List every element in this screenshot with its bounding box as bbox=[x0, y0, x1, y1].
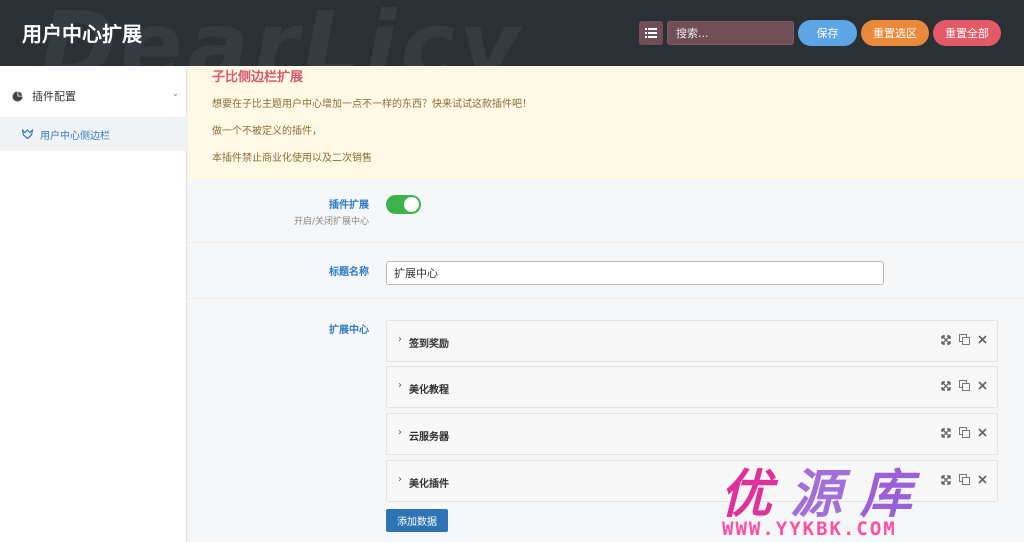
field-label: 插件扩展 bbox=[329, 200, 369, 211]
close-icon[interactable] bbox=[978, 381, 987, 390]
accordion-item-title: 美化插件 bbox=[409, 479, 449, 490]
pie-chart-icon bbox=[12, 91, 23, 101]
expand-icon[interactable] bbox=[941, 427, 951, 438]
accordion-item[interactable]: › 签到奖励 bbox=[386, 320, 998, 362]
sidebar: 插件配置 ⌄ 用户中心侧边栏 bbox=[0, 66, 187, 542]
close-icon[interactable] bbox=[978, 428, 987, 437]
plugin-extension-toggle[interactable] bbox=[386, 195, 421, 214]
main-content: 子比侧边栏扩展 想要在子比主题用户中心增加一点不一样的东西？快来试试这款插件吧！… bbox=[188, 66, 1024, 542]
accordion-item-title: 云服务器 bbox=[409, 432, 449, 443]
top-header: DearLicy 用户中心扩展 保存 重置选区 重置全部 bbox=[0, 0, 1024, 66]
chevron-down-icon: ⌄ bbox=[171, 89, 179, 99]
copy-icon[interactable] bbox=[959, 474, 970, 485]
chevron-right-icon: › bbox=[398, 427, 402, 438]
page-title: 用户中心扩展 bbox=[22, 22, 142, 46]
plugin-notice: 子比侧边栏扩展 想要在子比主题用户中心增加一点不一样的东西？快来试试这款插件吧！… bbox=[188, 66, 1024, 179]
field-extension-center: 扩展中心 › 签到奖励 › 美化教程 › 云服务器 › 美化插件 添加数据 bbox=[188, 300, 1024, 542]
notice-line: 想要在子比主题用户中心增加一点不一样的东西？快来试试这款插件吧！ bbox=[212, 99, 532, 110]
notice-title: 子比侧边栏扩展 bbox=[212, 70, 304, 85]
field-sublabel: 开启/关闭扩展中心 bbox=[293, 217, 369, 227]
chevron-right-icon: › bbox=[398, 474, 402, 485]
reset-all-button[interactable]: 重置全部 bbox=[933, 20, 1001, 46]
save-button[interactable]: 保存 bbox=[798, 20, 857, 46]
copy-icon[interactable] bbox=[959, 427, 970, 438]
title-name-input[interactable] bbox=[386, 261, 884, 285]
reset-section-button[interactable]: 重置选区 bbox=[861, 20, 929, 46]
copy-icon[interactable] bbox=[959, 334, 970, 345]
sidebar-group-plugin-config[interactable]: 插件配置 ⌄ bbox=[0, 78, 187, 114]
accordion-item[interactable]: › 美化插件 bbox=[386, 460, 998, 502]
accordion-item[interactable]: › 云服务器 bbox=[386, 413, 998, 455]
expand-icon[interactable] bbox=[941, 380, 951, 391]
copy-icon[interactable] bbox=[959, 380, 970, 391]
notice-line: 做一个不被定义的插件， bbox=[212, 126, 322, 137]
expand-icon[interactable] bbox=[941, 474, 951, 485]
field-label: 扩展中心 bbox=[329, 325, 369, 336]
chevron-right-icon: › bbox=[398, 380, 402, 391]
menu-toggle-button[interactable] bbox=[639, 21, 663, 45]
fox-icon bbox=[22, 129, 33, 139]
close-icon[interactable] bbox=[978, 335, 987, 344]
list-icon bbox=[645, 28, 657, 38]
accordion-item-title: 美化教程 bbox=[409, 385, 449, 396]
sidebar-group-label: 插件配置 bbox=[32, 90, 76, 103]
sidebar-item-user-center-sidebar[interactable]: 用户中心侧边栏 bbox=[0, 117, 187, 151]
field-title-name: 标题名称 bbox=[188, 244, 1024, 299]
sidebar-item-label: 用户中心侧边栏 bbox=[40, 130, 110, 142]
toggle-knob bbox=[404, 197, 419, 212]
add-data-button[interactable]: 添加数据 bbox=[386, 509, 448, 532]
field-label: 标题名称 bbox=[329, 267, 369, 278]
expand-icon[interactable] bbox=[941, 334, 951, 345]
accordion-item[interactable]: › 美化教程 bbox=[386, 366, 998, 408]
search-input[interactable] bbox=[667, 21, 794, 45]
notice-line: 本插件禁止商业化使用以及二次销售 bbox=[212, 153, 372, 164]
close-icon[interactable] bbox=[978, 475, 987, 484]
accordion-item-title: 签到奖励 bbox=[409, 339, 449, 350]
field-plugin-extension: 插件扩展 开启/关闭扩展中心 bbox=[188, 179, 1024, 243]
chevron-right-icon: › bbox=[398, 334, 402, 345]
